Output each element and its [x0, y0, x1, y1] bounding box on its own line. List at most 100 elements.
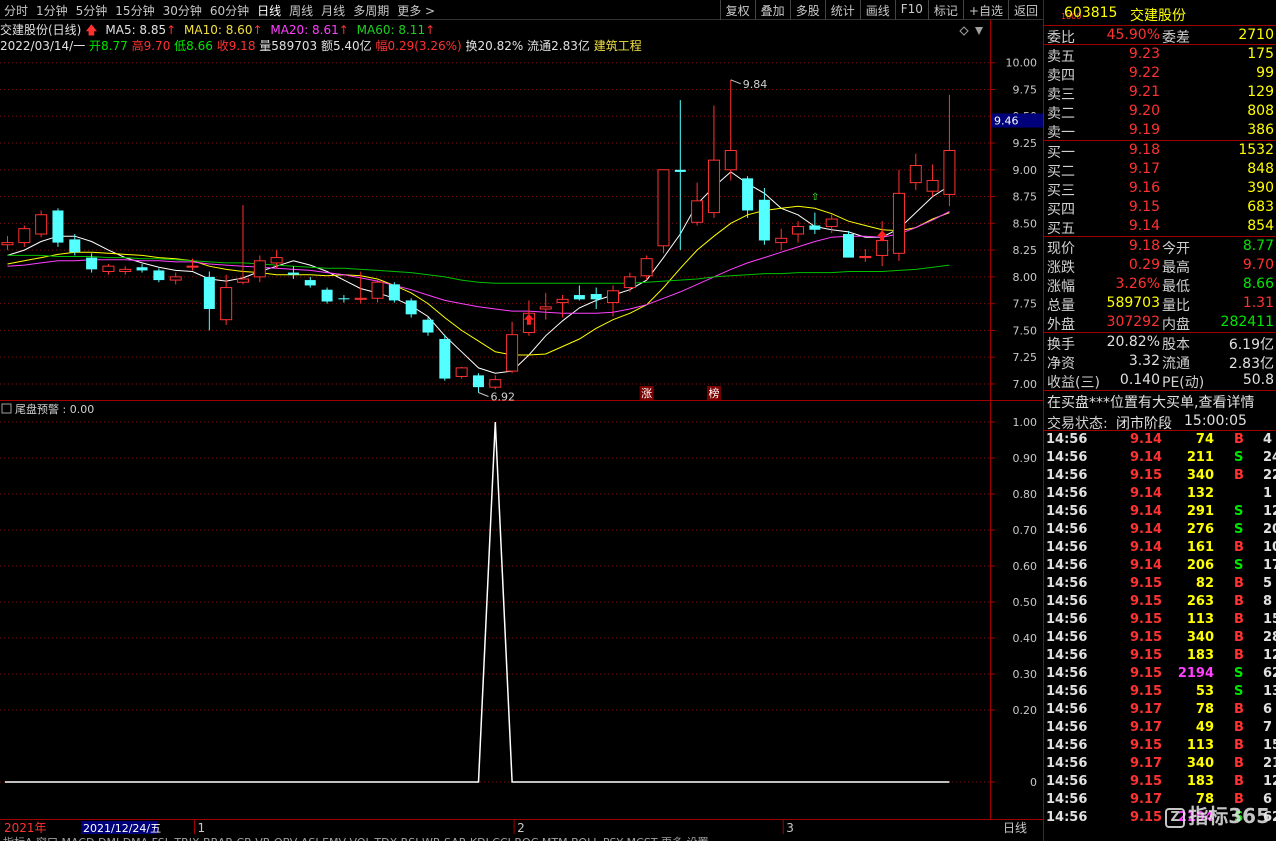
tick-volume: 291: [1186, 504, 1214, 519]
ask-label: 卖四: [1047, 68, 1075, 84]
quote-stats-2: 换手 20.82% 股本 6.19亿 净资 3.32 流通 2.83亿 收益(三) 0.140 PE…: [1044, 332, 1276, 391]
price-axis-label: 9.25: [1013, 137, 1038, 150]
notice-row[interactable]: 在买盘***位置有大买单,查看详情: [1044, 391, 1276, 412]
tick-row: 14:56 9.15 183 B 12: [1044, 647, 1276, 665]
bid-price: 9.16: [1128, 180, 1160, 196]
quote-stats: 现价 9.18 今开 8.77 涨跌 0.29 最高 9.70 涨幅 3.26% 最低 8.66 总量 5…: [1044, 237, 1276, 333]
bid-row: 买四 9.15 683: [1044, 198, 1276, 218]
high-label: 9.84: [743, 78, 768, 91]
tick-volume: 183: [1186, 774, 1214, 789]
stat-label: 总量: [1047, 298, 1075, 314]
big-order-notice[interactable]: 在买盘***位置有大买单,查看详情: [1047, 392, 1254, 412]
tick-side: S: [1234, 522, 1244, 537]
bid-price: 9.18: [1128, 142, 1160, 158]
tick-count: 12: [1263, 648, 1276, 663]
stat-row: 总量 589703 量比 1.31: [1044, 294, 1276, 314]
candle-body: [657, 169, 670, 247]
candle-body: [354, 297, 367, 300]
weibi-row: 委比 45.90% 委差 2710: [1044, 26, 1276, 46]
candle-body: [455, 367, 468, 377]
tick-count: 6: [1263, 702, 1273, 717]
candle-body: [506, 334, 519, 372]
tick-time: 14:56: [1046, 648, 1088, 663]
tick-side: B: [1234, 612, 1244, 627]
tick-volume: 263: [1186, 594, 1214, 609]
candle-body: [691, 200, 704, 223]
tick-row: 14:56 9.15 113 B 15: [1044, 737, 1276, 755]
tick-volume: 113: [1186, 738, 1214, 753]
tick-row: 14:56 9.15 340 B 28: [1044, 629, 1276, 647]
tick-volume: 113: [1186, 612, 1214, 627]
candle-body: [52, 210, 64, 243]
kline-chart[interactable]: 10.009.759.509.259.008.758.508.258.007.7…: [0, 0, 1043, 841]
stat-row: 现价 9.18 今开 8.77: [1044, 237, 1276, 257]
stat-value: 2.83亿: [1228, 356, 1274, 372]
ask-volume: 808: [1247, 103, 1274, 119]
stat-value: 9.18: [1128, 238, 1160, 254]
timeline-month: 1: [198, 821, 206, 835]
indicator-settings-icon: [1, 403, 12, 414]
stat-label: 量比: [1162, 298, 1190, 314]
stat-label: 净资: [1047, 356, 1075, 372]
ask-label: 卖五: [1047, 49, 1075, 65]
ask-price: 9.20: [1128, 103, 1160, 119]
price-axis-label: 9.00: [1013, 164, 1038, 177]
tick-side: B: [1234, 630, 1244, 645]
stat-value: 8.66: [1242, 276, 1274, 292]
price-axis-label: 7.25: [1013, 351, 1038, 364]
price-axis-label: 8.50: [1013, 217, 1038, 230]
tick-price: 9.14: [1130, 432, 1163, 447]
timeline-month: 2: [517, 821, 525, 835]
bid-volume: 1532: [1238, 142, 1274, 158]
indicator-axis-label: 0.90: [1013, 452, 1038, 465]
candle-body: [623, 276, 636, 289]
stat-label: 外盘: [1047, 317, 1075, 333]
stat-label: 内盘: [1162, 317, 1190, 333]
candle-body: [388, 284, 400, 301]
stat-label: PE(动): [1162, 375, 1205, 391]
candle-body: [825, 218, 838, 228]
tick-volume: 53: [1195, 684, 1214, 699]
candle-body: [86, 257, 98, 270]
candle-body: [321, 289, 333, 302]
candle-body: [640, 258, 653, 277]
timeline-month: 3: [786, 821, 794, 835]
stat-row: 涨幅 3.26% 最低 8.66: [1044, 275, 1276, 295]
bang-marker: 榜: [708, 386, 719, 400]
indicator-line: [5, 421, 950, 783]
watermark: Z 指标365: [1165, 800, 1270, 829]
ask-volume: 99: [1256, 65, 1274, 81]
small-green-arrow-icon: ⇧: [811, 192, 819, 203]
stat-value: 3.32: [1128, 353, 1160, 369]
stock-code: 603815: [1064, 5, 1118, 21]
price-axis-label: 7.50: [1013, 324, 1038, 337]
ask-label: 卖二: [1047, 106, 1075, 122]
tick-count: 15: [1263, 738, 1276, 753]
tick-volume: 276: [1186, 522, 1214, 537]
tick-count: 12: [1263, 774, 1276, 789]
stock-name: 交建股份: [1130, 8, 1186, 24]
tick-count: 4: [1263, 432, 1273, 447]
tick-count: 10: [1263, 540, 1276, 555]
tick-volume: 183: [1186, 648, 1214, 663]
tick-time: 14:56: [1046, 630, 1088, 645]
tick-count: 62: [1263, 666, 1276, 681]
low-label: 6.92: [490, 391, 514, 404]
bid-price: 9.14: [1128, 218, 1160, 234]
stat-value: 589703: [1106, 295, 1160, 311]
tick-side: B: [1234, 468, 1244, 483]
candle-body: [35, 214, 48, 235]
ask-row: 卖四 9.22 99: [1044, 64, 1276, 84]
candle-body: [422, 319, 434, 333]
tick-count: 12: [1263, 504, 1276, 519]
ask-book: 卖五 9.23 175 卖四 9.22 99 卖三 9.21 129 卖二 9.20 808 卖一 9.1…: [1044, 45, 1276, 141]
candle-body: [926, 179, 939, 192]
stat-value: 1.31: [1242, 295, 1274, 311]
tick-price: 9.15: [1130, 468, 1163, 483]
tick-row: 14:56 9.17 78 B 6: [1044, 701, 1276, 719]
bid-volume: 854: [1247, 218, 1274, 234]
tick-count: 22: [1263, 468, 1276, 483]
tick-row: 14:56 9.14 211 S 24: [1044, 449, 1276, 467]
tick-time: 14:56: [1046, 450, 1088, 465]
tick-list[interactable]: 14:569.1474B414:569.14211S2414:569.15340…: [1044, 431, 1276, 827]
